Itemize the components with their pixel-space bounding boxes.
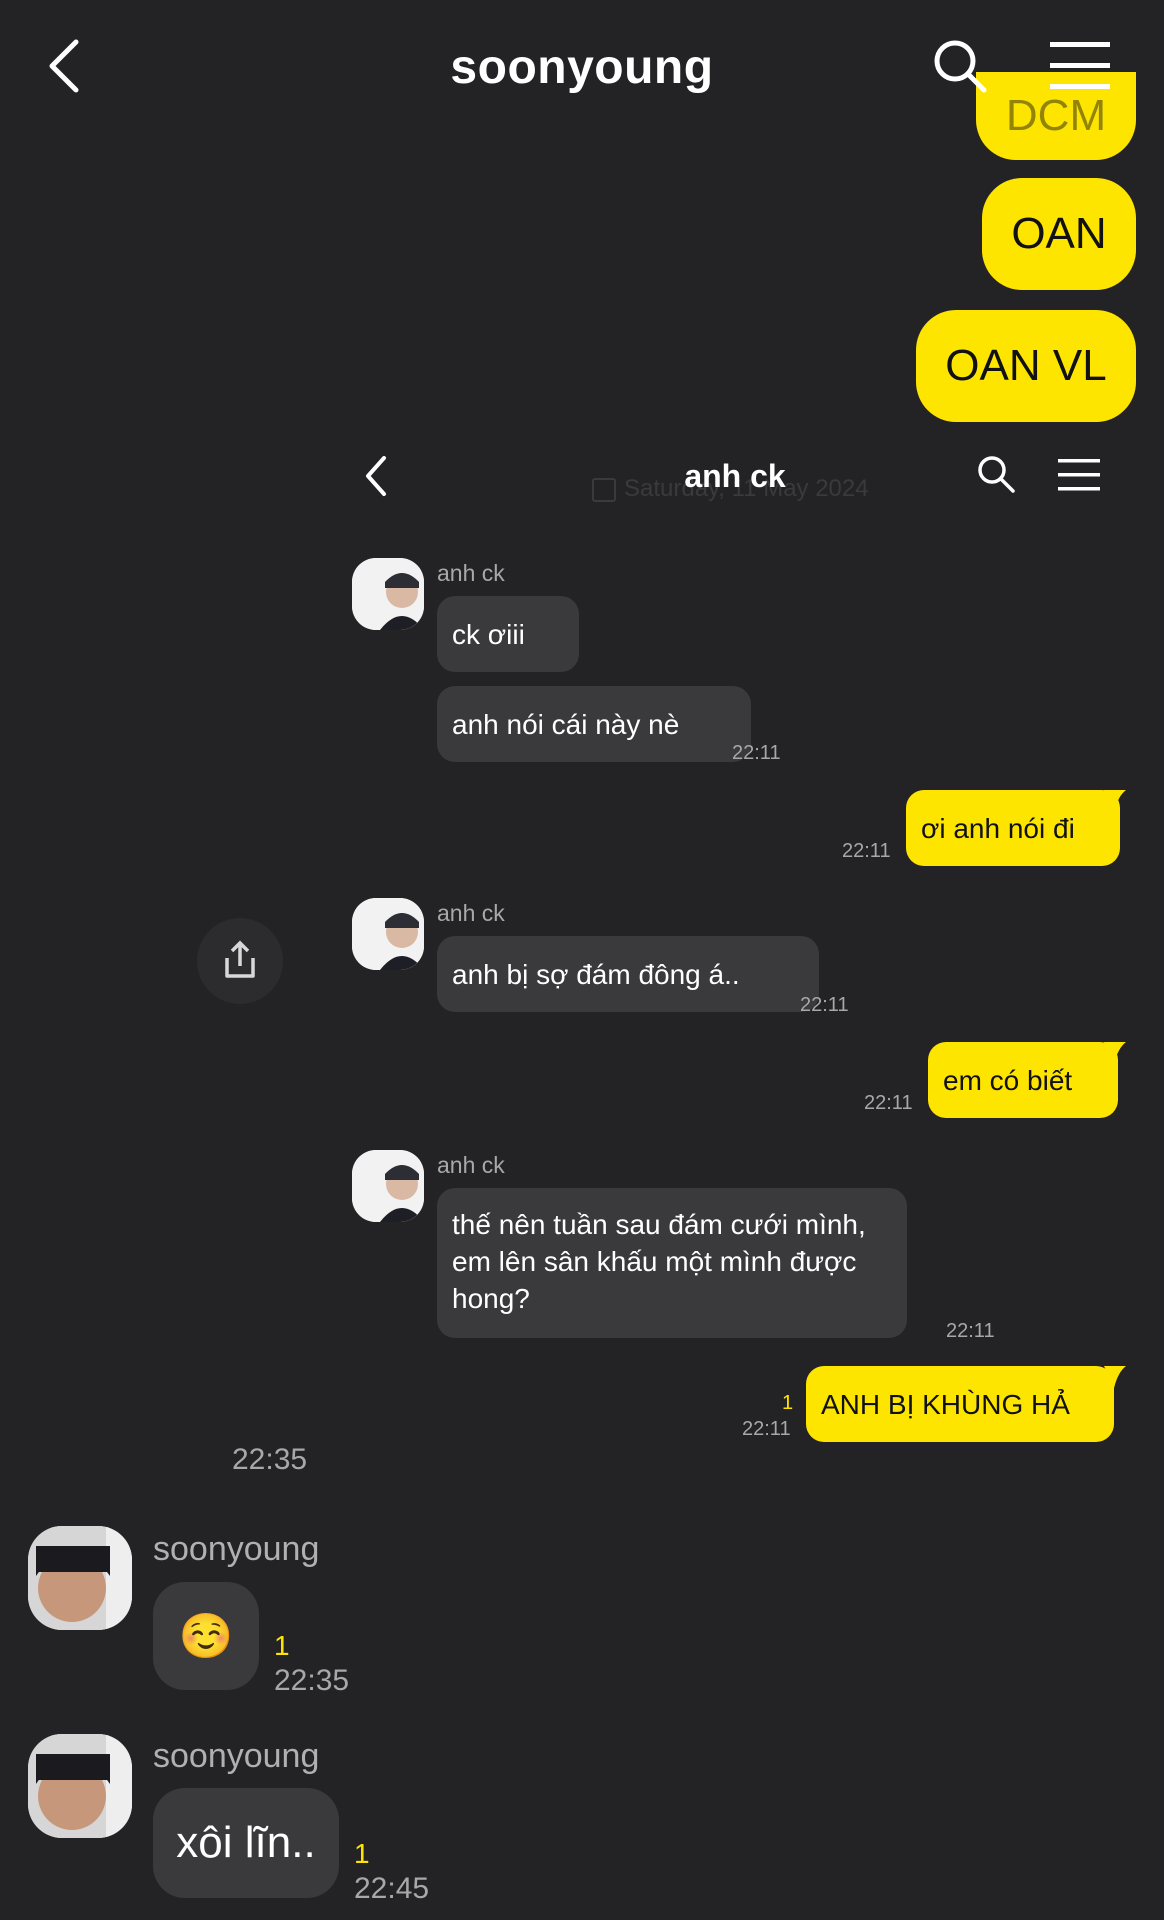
message-time: 22:11 bbox=[946, 1320, 995, 1342]
message-bubble-sent[interactable]: OAN bbox=[982, 178, 1136, 290]
sender-name: anh ck bbox=[437, 900, 505, 926]
message-time: 22:11 bbox=[864, 1092, 913, 1114]
avatar[interactable] bbox=[28, 1526, 132, 1630]
message-time: 22:35 bbox=[274, 1664, 350, 1697]
sender-name: anh ck bbox=[437, 560, 505, 586]
message-bubble-received[interactable]: xôi lĩn.. bbox=[153, 1788, 339, 1898]
message-bubble-sent: em có biết bbox=[928, 1042, 1118, 1118]
unread-count: 1 bbox=[274, 1630, 290, 1661]
message-bubble-sent[interactable]: OAN VL bbox=[916, 310, 1136, 422]
sender-name: soonyoung bbox=[153, 1530, 320, 1568]
image-message-time: 22:35 bbox=[232, 1443, 308, 1476]
message-text: DCM bbox=[1005, 91, 1107, 140]
search-icon[interactable] bbox=[930, 36, 990, 96]
avatar[interactable] bbox=[28, 1734, 132, 1838]
message-bubble-received: thế nên tuần sau đám cưới mình, em lên s… bbox=[437, 1188, 907, 1338]
share-button[interactable] bbox=[197, 918, 283, 1004]
message-bubble-received: anh nói cái này nè bbox=[437, 686, 751, 762]
avatar bbox=[352, 558, 424, 630]
bubble-tail bbox=[1104, 790, 1126, 812]
message-bubble-sent: ANH BỊ KHÙNG HẢ bbox=[806, 1366, 1114, 1442]
message-text: OAN VL bbox=[945, 341, 1107, 390]
sender-name: anh ck bbox=[437, 1152, 505, 1178]
message-bubble-received[interactable]: ☺️ bbox=[153, 1582, 259, 1690]
bubble-tail bbox=[1104, 1366, 1126, 1388]
message-time: 22:11 bbox=[732, 742, 781, 764]
message-bubble-received: ck ơiii bbox=[437, 596, 579, 672]
message-time: 22:11 bbox=[742, 1418, 791, 1440]
inner-back-icon bbox=[362, 454, 390, 498]
message-time: 22:11 bbox=[842, 840, 891, 862]
inner-menu-icon bbox=[1058, 458, 1100, 492]
inner-search-icon bbox=[976, 454, 1016, 494]
message-bubble-sent: ơi anh nói đi bbox=[906, 790, 1120, 866]
avatar bbox=[352, 898, 424, 970]
unread-count: 1 bbox=[782, 1392, 794, 1414]
unread-count: 1 bbox=[354, 1838, 370, 1869]
menu-icon[interactable] bbox=[1048, 40, 1112, 92]
bubble-tail bbox=[1104, 1042, 1126, 1064]
message-bubble-received: anh bị sợ đám đông á.. bbox=[437, 936, 819, 1012]
message-text: OAN bbox=[1011, 209, 1107, 258]
inner-chat-title: anh ck bbox=[684, 458, 786, 494]
message-time: 22:45 bbox=[354, 1872, 430, 1905]
message-time: 22:11 bbox=[800, 994, 849, 1016]
sender-name: soonyoung bbox=[153, 1737, 320, 1775]
avatar bbox=[352, 1150, 424, 1222]
